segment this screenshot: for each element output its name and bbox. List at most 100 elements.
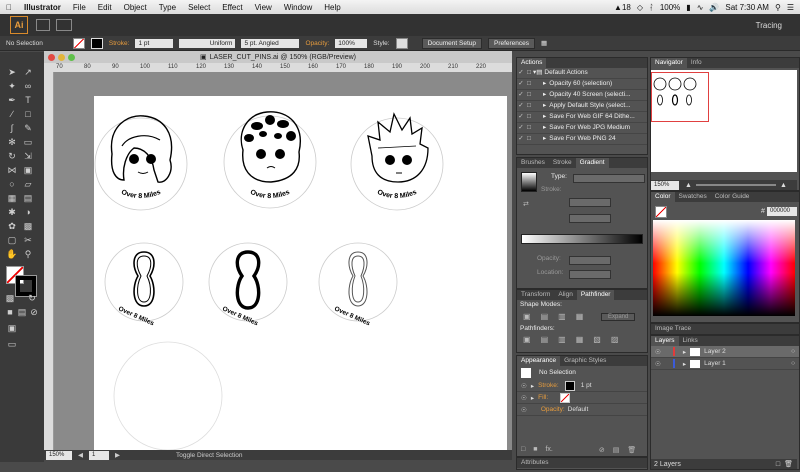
exclude-icon[interactable]: ▦ (576, 312, 584, 321)
navigator-view-box[interactable] (651, 72, 709, 122)
expand-icon[interactable]: ▸ (531, 394, 534, 402)
reverse-gradient-icon[interactable]: ⇄ (523, 200, 529, 208)
appearance-stroke-row[interactable]: ☉ ▸ Stroke: 1 pt (517, 380, 647, 392)
tab-layers[interactable]: Layers (651, 336, 679, 346)
next-artboard-icon[interactable]: ▶ (115, 451, 120, 459)
stroke-swatch[interactable] (90, 37, 103, 49)
menu-help[interactable]: Help (318, 3, 346, 12)
tab-appearance[interactable]: Appearance (517, 356, 561, 366)
artwork[interactable]: Over 8 Miles Over 8 Miles Over 8 Miles O… (94, 96, 507, 451)
dialog-toggle-icon[interactable]: □ (525, 112, 533, 122)
search-icon[interactable]: ⚲ (775, 3, 781, 12)
style-swatch[interactable] (395, 37, 408, 49)
battery-icon[interactable]: ▮ (686, 3, 690, 12)
eraser-tool-icon[interactable]: ▭ (22, 136, 34, 148)
stroke-label[interactable]: Stroke: (538, 382, 559, 389)
layer-target-icon[interactable]: ○ (791, 348, 795, 355)
check-icon[interactable]: ✓ (517, 123, 525, 133)
gradient-opacity-field[interactable] (569, 256, 611, 265)
expand-icon[interactable]: ▸ (543, 90, 546, 100)
tab-transform[interactable]: Transform (517, 290, 554, 300)
tab-swatches[interactable]: Swatches (675, 192, 711, 202)
bluetooth-icon[interactable]: ᛛ (649, 3, 654, 12)
layer-name[interactable]: Layer 2 (704, 348, 726, 355)
layer-name[interactable]: Layer 1 (704, 360, 726, 367)
gradient-location-field[interactable] (569, 270, 611, 279)
menu-app-name[interactable]: Illustrator (18, 3, 67, 12)
close-window-icon[interactable] (48, 54, 55, 61)
artboard-tool-icon[interactable]: ▢ (6, 234, 18, 246)
zoom-tool-icon[interactable]: ⚲ (22, 248, 34, 260)
dialog-toggle-icon[interactable]: □ (525, 79, 533, 89)
merge-icon[interactable]: ▥ (558, 335, 566, 344)
direct-selection-tool-icon[interactable]: ↗ (22, 66, 34, 78)
layer-row[interactable]: ☉ ▸ Layer 1 ○ (651, 358, 799, 370)
variable-width-profile[interactable]: Uniform (179, 38, 236, 48)
gradient-slider[interactable] (521, 234, 643, 244)
rectangle-tool-icon[interactable]: □ (22, 108, 34, 120)
tab-color-guide[interactable]: Color Guide (711, 192, 754, 202)
dropbox-icon[interactable]: ◇ (637, 3, 643, 12)
delete-item-icon[interactable]: 🗑 (627, 446, 636, 454)
stroke-label[interactable]: Stroke: (109, 40, 130, 47)
layer-row[interactable]: ☉ ▸ Layer 2 ○ (651, 346, 799, 358)
expand-icon[interactable]: ▸ (543, 101, 546, 111)
color-mode-icon[interactable]: ■ (4, 306, 16, 318)
expand-icon[interactable]: ▸ (683, 348, 686, 356)
adobe-badge-icon[interactable]: ▲18 (614, 3, 631, 12)
eyedropper-tool-icon[interactable]: ✱ (6, 206, 18, 218)
empty-pin-outline[interactable] (113, 341, 223, 451)
outline-icon[interactable]: ▧ (593, 335, 601, 344)
dialog-toggle-icon[interactable]: □ (525, 90, 533, 100)
tab-gradient[interactable]: Gradient (575, 158, 609, 168)
visibility-eye-icon[interactable]: ☉ (655, 360, 661, 368)
clear-appearance-icon[interactable]: ⊘ (599, 446, 605, 454)
menu-effect[interactable]: Effect (216, 3, 248, 12)
action-row[interactable]: ✓ □ ▸ Save For Web JPG Medium (517, 123, 647, 134)
new-layer-icon[interactable]: □ (776, 461, 780, 468)
status-text[interactable]: Toggle Direct Selection (176, 452, 242, 459)
tab-align[interactable]: Align (554, 290, 576, 300)
gradient-angle-field[interactable] (569, 198, 611, 207)
action-row[interactable]: ✓ □ ▸ Opacity 60 (selection) (517, 79, 647, 90)
action-row[interactable]: ✓ □ ▸ Save For Web PNG 24 (517, 134, 647, 145)
paintbrush-tool-icon[interactable]: ∫ (6, 122, 18, 134)
trim-icon[interactable]: ▤ (541, 335, 549, 344)
screen-mode-icon[interactable]: ▭ (6, 338, 18, 350)
crop-icon[interactable]: ▦ (576, 335, 584, 344)
expand-icon[interactable]: ▸ (531, 382, 534, 390)
hex-field[interactable]: 000000 (767, 207, 797, 216)
tab-attributes[interactable]: Attributes (517, 458, 552, 468)
magic-wand-tool-icon[interactable]: ✦ (6, 80, 18, 92)
expand-icon[interactable]: ▸ (543, 123, 546, 133)
shape-builder-tool-icon[interactable]: ○ (6, 178, 18, 190)
appearance-opacity-row[interactable]: ☉ Opacity: Default (517, 404, 647, 416)
opacity-field[interactable]: 100% (335, 38, 368, 48)
gradient-preview-swatch[interactable] (521, 172, 537, 192)
gradient-mode-icon[interactable]: ▤ (16, 306, 28, 318)
notification-center-icon[interactable]: ☰ (787, 3, 794, 12)
expand-icon[interactable]: ▸ (543, 79, 546, 89)
tab-links[interactable]: Links (679, 336, 702, 346)
scale-tool-icon[interactable]: ⇲ (22, 150, 34, 162)
dialog-toggle-icon[interactable]: □ (525, 123, 533, 133)
fill-label[interactable]: Fill: (538, 394, 548, 401)
document-setup-button[interactable]: Document Setup (421, 37, 482, 49)
pen-tool-icon[interactable]: ✒ (6, 94, 18, 106)
pin-curly[interactable]: Over 8 Miles (223, 111, 317, 209)
artboard[interactable]: Over 8 Miles Over 8 Miles Over 8 Miles O… (94, 96, 507, 451)
duplicate-item-icon[interactable]: ▤ (613, 446, 620, 454)
add-effect-button[interactable]: fx. (545, 446, 552, 454)
menu-select[interactable]: Select (182, 3, 216, 12)
blend-tool-icon[interactable]: ◑ (22, 206, 34, 218)
volume-icon[interactable]: 🔊 (709, 3, 719, 12)
gradient-type-select[interactable] (573, 174, 645, 183)
type-tool-icon[interactable]: T (22, 94, 34, 106)
rotate-tool-icon[interactable]: ↻ (6, 150, 18, 162)
tab-navigator[interactable]: Navigator (651, 58, 687, 68)
free-transform-tool-icon[interactable]: ▣ (22, 164, 34, 176)
pin-eight-bold[interactable]: Over 8 Miles (208, 242, 288, 328)
bridge-icon[interactable] (36, 19, 50, 31)
menu-edit[interactable]: Edit (92, 3, 118, 12)
opacity-label[interactable]: Opacity: (541, 406, 565, 413)
